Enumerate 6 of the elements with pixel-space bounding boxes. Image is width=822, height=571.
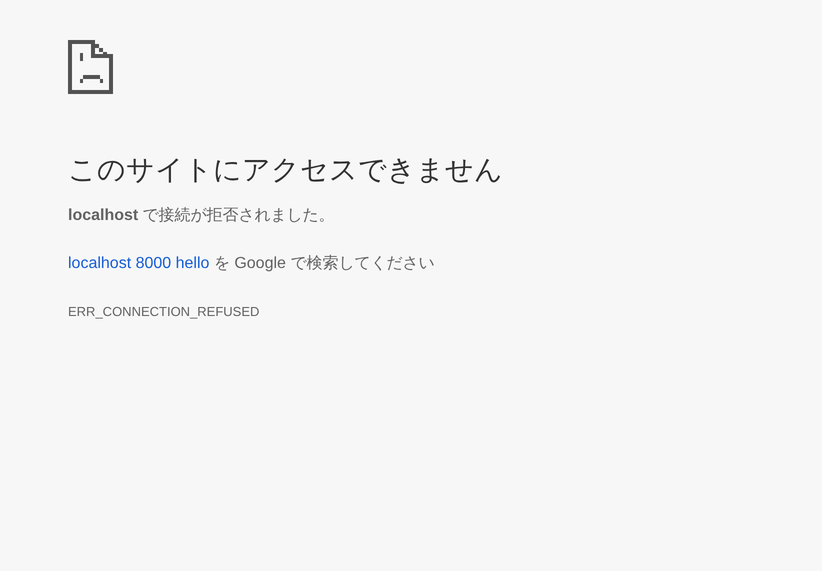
error-code: ERR_CONNECTION_REFUSED [68, 304, 260, 320]
error-message: localhost で接続が拒否されました。 [68, 206, 336, 226]
search-link[interactable]: localhost 8000 hello [68, 255, 210, 272]
suggestion-text: を Google で検索してください [212, 255, 434, 272]
sad-page-icon [68, 40, 113, 94]
error-heading: このサイトにアクセスできません [68, 153, 504, 187]
